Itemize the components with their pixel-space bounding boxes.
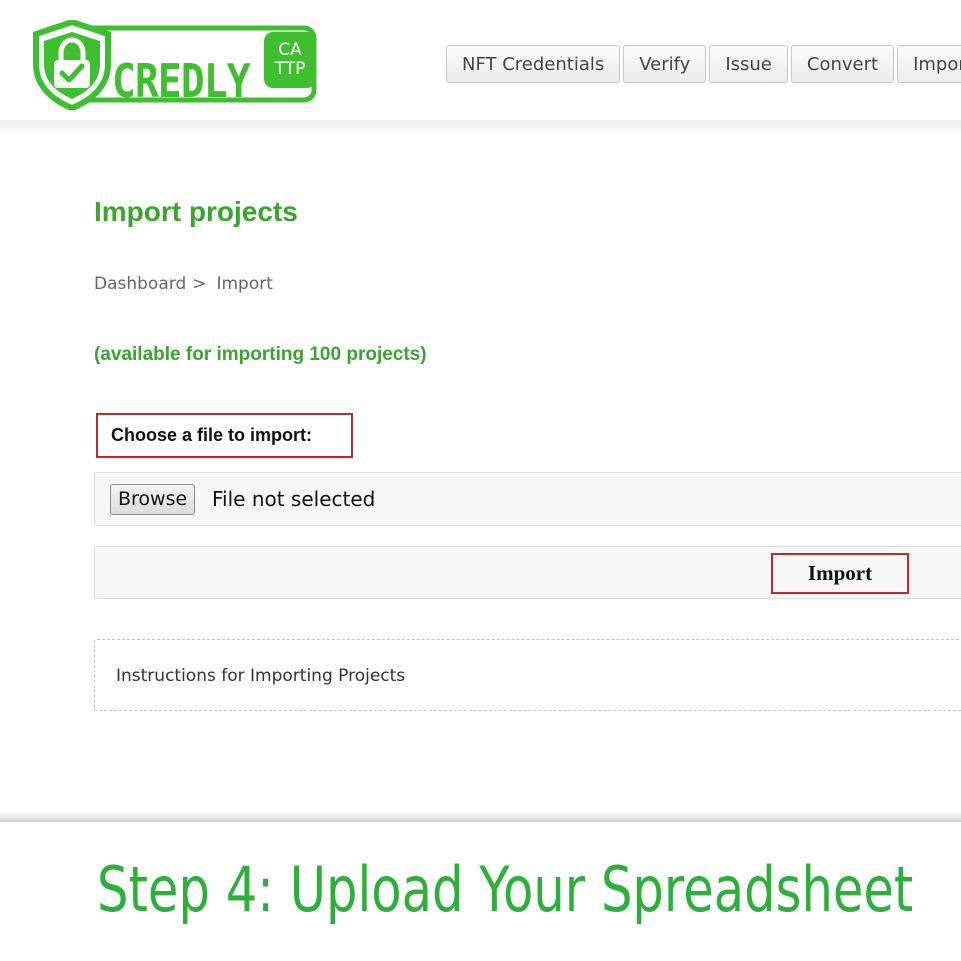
brand-name: CREDLY <box>112 54 251 108</box>
browse-button[interactable]: Browse <box>110 484 196 515</box>
step-caption: Step 4: Upload Your Spreadsheet <box>97 853 914 926</box>
file-input-panel: Browse File not selected <box>94 472 961 526</box>
choose-file-label: Choose a file to import: <box>96 413 353 458</box>
nav-issue-button[interactable]: Issue <box>709 45 788 83</box>
step-caption-banner: Step 4: Upload Your Spreadsheet <box>0 820 961 961</box>
brand-badge: CA TTP <box>264 32 316 88</box>
brand-badge-line1: CA <box>278 40 302 60</box>
main-nav: NFT Credentials Verify Issue Convert Imp… <box>446 45 961 85</box>
page: CREDLY CA TTP NFT Credentials Verify Iss… <box>0 0 961 961</box>
nav-convert-button[interactable]: Convert <box>790 45 895 83</box>
breadcrumb-separator: > <box>192 274 207 294</box>
breadcrumb-dashboard-link[interactable]: Dashboard <box>94 274 186 294</box>
credly-logo[interactable]: CREDLY CA TTP <box>32 20 318 110</box>
nav-nft-credentials-button[interactable]: NFT Credentials <box>446 45 621 83</box>
import-button[interactable]: Import <box>771 553 909 594</box>
breadcrumb-current: Import <box>216 274 273 294</box>
header-divider <box>0 120 961 134</box>
file-status-text: File not selected <box>212 487 376 511</box>
page-title: Import projects <box>94 196 298 227</box>
site-header: CREDLY CA TTP NFT Credentials Verify Iss… <box>0 0 961 120</box>
nav-import-button[interactable]: Import <box>897 45 961 83</box>
breadcrumb: Dashboard > Import <box>94 274 273 294</box>
instructions-accordion[interactable]: Instructions for Importing Projects <box>94 639 961 711</box>
import-action-panel: Import <box>94 546 961 599</box>
brand-badge-line2: TTP <box>274 59 306 79</box>
import-availability-note: (available for importing 100 projects) <box>94 344 427 365</box>
nav-verify-button[interactable]: Verify <box>623 45 707 83</box>
